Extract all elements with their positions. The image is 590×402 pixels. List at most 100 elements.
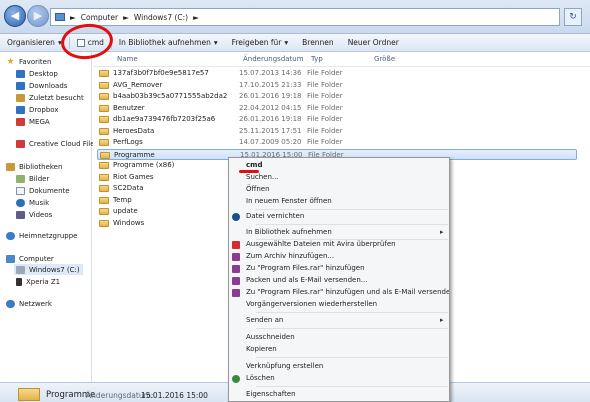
menu-separator	[256, 224, 448, 225]
nav-homegroup-label: Heimnetzgruppe	[19, 231, 78, 240]
menu-item-open[interactable]: Öffnen	[246, 185, 270, 195]
computer-icon	[6, 254, 15, 263]
submenu-arrow-icon: ▸	[440, 316, 444, 324]
add-to-library-button[interactable]: In Bibliothek aufnehmen ▾	[112, 34, 225, 52]
nav-item-label: Bilder	[29, 174, 50, 183]
share-button[interactable]: Freigeben für ▾	[225, 34, 296, 52]
burn-button[interactable]: Brennen	[295, 34, 341, 52]
menu-item-cut[interactable]: Ausschneiden	[246, 333, 295, 343]
column-header-type[interactable]: Typ	[311, 55, 323, 65]
file-name: update	[113, 207, 138, 215]
menu-item-add-rar-email[interactable]: Zu "Program Files.rar" hinzufügen und al…	[246, 288, 449, 298]
star-icon: ★	[6, 56, 15, 67]
back-button-icon[interactable]: ◀	[4, 5, 26, 27]
nav-item-drive-c[interactable]: Windows7 (C:)	[14, 264, 83, 275]
folder-icon	[99, 196, 109, 204]
nav-item-desktop[interactable]: Desktop	[16, 68, 58, 79]
nav-libraries[interactable]: Bibliotheken	[6, 161, 62, 172]
menu-item-open-new-window[interactable]: In neuem Fenster öffnen	[246, 197, 332, 207]
file-row[interactable]: Benutzer 22.04.2012 04:15 File Folder	[97, 103, 577, 114]
file-row[interactable]: 137af3b0f7bf0e9e5817e57 15.07.2013 14:36 F…	[97, 68, 577, 79]
breadcrumb-drive[interactable]: Windows7 (C:)	[134, 13, 188, 22]
documents-icon	[16, 186, 25, 195]
nav-item-documents[interactable]: Dokumente	[16, 185, 70, 196]
desktop-icon	[16, 69, 25, 78]
menu-separator	[256, 386, 448, 387]
music-icon	[16, 198, 25, 207]
nav-item-mega[interactable]: MEGA	[16, 116, 50, 127]
file-name: HeroesData	[113, 126, 155, 135]
column-header-date[interactable]: Änderungsdatum	[243, 55, 304, 65]
file-row[interactable]: AVG_Remover 17.10.2015 21:33 File Folder	[97, 80, 577, 91]
new-folder-button[interactable]: Neuer Ordner	[341, 34, 406, 52]
file-row[interactable]: HeroesData 25.11.2015 17:51 File Folder	[97, 126, 577, 137]
file-row[interactable]: PerfLogs 14.07.2009 05:20 File Folder	[97, 137, 577, 148]
organize-button[interactable]: Organisieren ▾	[0, 34, 69, 52]
menu-item-shred[interactable]: Datei vernichten	[246, 212, 304, 222]
menu-item-add-to-archive[interactable]: Zum Archiv hinzufügen...	[246, 252, 334, 262]
nav-item-music[interactable]: Musik	[16, 197, 49, 208]
nav-favorites[interactable]: ★ Favoriten	[6, 56, 51, 67]
file-row[interactable]: db1ae9a739476fb7203f25a6 26.01.2016 19:18…	[97, 114, 577, 125]
file-name: Programme (x86)	[113, 161, 175, 169]
file-date: 14.07.2009 05:20	[239, 138, 302, 146]
file-name: SC2Data	[113, 184, 144, 192]
menu-item-avira-scan[interactable]: Ausgewählte Dateien mit Avira überprüfen	[246, 240, 396, 250]
folder-icon	[99, 127, 109, 135]
nav-item-recent[interactable]: Zuletzt besucht	[16, 92, 84, 103]
nav-homegroup[interactable]: Heimnetzgruppe	[6, 230, 77, 241]
context-menu: cmd Suchen... Öffnen In neuem Fenster öf…	[228, 157, 450, 402]
file-name: b4aab03b39c5a0771555ab2da2	[113, 92, 228, 100]
file-name: Riot Games	[113, 172, 154, 181]
menu-item-pack-email[interactable]: Packen und als E-Mail versenden...	[246, 276, 367, 286]
column-header-size[interactable]: Größe	[374, 55, 395, 65]
menu-item-send-to[interactable]: Senden an	[246, 316, 283, 326]
folder-icon	[100, 151, 110, 159]
libraries-icon	[6, 162, 15, 171]
breadcrumb-computer[interactable]: Computer	[81, 13, 118, 22]
folder-icon	[99, 208, 109, 215]
nav-item-label: Windows7 (C:)	[29, 265, 80, 274]
nav-item-label: Desktop	[29, 69, 58, 78]
menu-item-search[interactable]: Suchen...	[246, 173, 279, 183]
network-icon	[6, 299, 15, 308]
file-row[interactable]: b4aab03b39c5a0771555ab2da2 26.01.2016 19:…	[97, 91, 577, 102]
nav-item-label: Creative Cloud Files	[29, 139, 99, 148]
file-name: AVG_Remover	[113, 80, 163, 89]
menu-item-delete[interactable]: Löschen	[246, 374, 275, 384]
nav-item-downloads[interactable]: Downloads	[16, 80, 67, 91]
folder-icon	[99, 93, 109, 100]
refresh-icon[interactable]: ↻	[564, 8, 582, 26]
menu-item-add-to-rar[interactable]: Zu "Program Files.rar" hinzufügen	[246, 264, 365, 274]
menu-item-properties[interactable]: Eigenschaften	[246, 390, 296, 400]
file-type: File Folder	[307, 92, 343, 100]
menu-item-restore-versions[interactable]: Vorgängerversionen wiederherstellen	[246, 300, 377, 310]
menu-separator	[256, 312, 448, 313]
breadcrumb-separator: ►	[193, 12, 199, 22]
folder-icon	[99, 173, 109, 181]
nav-item-dropbox[interactable]: Dropbox	[16, 104, 59, 115]
nav-network[interactable]: Netzwerk	[6, 298, 52, 309]
recent-places-icon	[16, 93, 25, 102]
column-header-name[interactable]: Name	[117, 55, 138, 65]
winrar-icon	[232, 289, 240, 297]
nav-item-videos[interactable]: Videos	[16, 209, 52, 220]
breadcrumb[interactable]: ► Computer ► Windows7 (C:) ►	[50, 8, 560, 26]
nav-item-creative-cloud[interactable]: Creative Cloud Files	[16, 138, 98, 149]
file-date: 26.01.2016 19:18	[239, 92, 302, 100]
nav-item-pictures[interactable]: Bilder	[16, 173, 49, 184]
shredder-icon	[232, 213, 240, 221]
menu-item-add-to-library[interactable]: In Bibliothek aufnehmen	[246, 228, 332, 238]
forward-button-icon[interactable]: ▶	[27, 5, 49, 27]
file-type: File Folder	[307, 80, 343, 89]
videos-icon	[16, 210, 25, 219]
folder-icon	[99, 139, 109, 146]
nav-computer[interactable]: Computer	[6, 253, 54, 264]
status-date-value: 15.01.2016 15:00	[141, 391, 208, 400]
folder-icon	[99, 81, 109, 89]
nav-item-xperia[interactable]: Xperia Z1	[16, 276, 60, 287]
file-type: File Folder	[307, 138, 343, 146]
menu-item-copy[interactable]: Kopieren	[246, 345, 277, 355]
menu-item-create-shortcut[interactable]: Verknüpfung erstellen	[246, 362, 323, 372]
file-date: 15.07.2013 14:36	[239, 69, 302, 77]
